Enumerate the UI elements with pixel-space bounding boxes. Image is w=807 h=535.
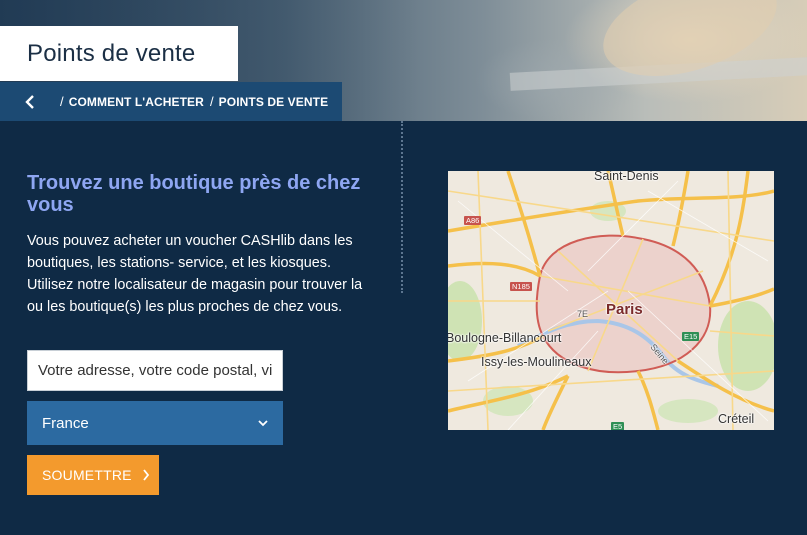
chevron-right-icon bbox=[143, 469, 149, 481]
country-select[interactable]: France bbox=[27, 401, 283, 445]
breadcrumb-label: COMMENT L'ACHETER bbox=[68, 95, 204, 109]
page-title: Points de vente bbox=[27, 40, 196, 67]
column-divider bbox=[401, 121, 403, 293]
breadcrumb: / COMMENT L'ACHETER / POINTS DE VENTE bbox=[0, 82, 342, 121]
map-label-saint-denis: Saint-Denis bbox=[594, 171, 659, 183]
back-button[interactable] bbox=[0, 82, 60, 121]
chevron-down-icon bbox=[258, 420, 268, 427]
breadcrumb-label: POINTS DE VENTE bbox=[218, 95, 329, 109]
breadcrumb-item-points-de-vente[interactable]: / POINTS DE VENTE bbox=[210, 94, 328, 109]
submit-label: SOUMETTRE bbox=[42, 467, 132, 483]
finder-heading: Trouvez une boutique près de chez vous bbox=[27, 172, 361, 216]
country-select-value: France bbox=[42, 414, 89, 432]
map-label-boulogne-billancourt: Boulogne-Billancourt bbox=[448, 331, 562, 345]
map-shield-n185: N185 bbox=[510, 282, 532, 291]
address-input[interactable] bbox=[27, 350, 283, 391]
map-shield-e5: E5 bbox=[611, 422, 625, 430]
breadcrumb-item-comment-l-acheter[interactable]: / COMMENT L'ACHETER bbox=[60, 94, 204, 109]
map-label-7e: 7E bbox=[577, 309, 589, 319]
finder-description: Vous pouvez acheter un voucher CASHlib d… bbox=[27, 233, 363, 315]
breadcrumb-separator: / bbox=[209, 94, 214, 109]
map-label-issy-les-moulineaux: Issy-les-Moulineaux bbox=[481, 355, 592, 369]
store-map[interactable]: Saint-Denis Paris 7E Boulogne-Billancour… bbox=[448, 171, 774, 430]
submit-button[interactable]: SOUMETTRE bbox=[27, 455, 159, 495]
map-label-paris: Paris bbox=[606, 301, 643, 318]
page-title-box: Points de vente bbox=[0, 26, 238, 81]
chevron-left-icon bbox=[25, 94, 34, 109]
map-shield-e15: E15 bbox=[682, 332, 700, 341]
breadcrumb-separator: / bbox=[60, 94, 64, 109]
map-label-creteil: Créteil bbox=[718, 412, 755, 426]
map-shield-a86: A86 bbox=[464, 216, 482, 225]
